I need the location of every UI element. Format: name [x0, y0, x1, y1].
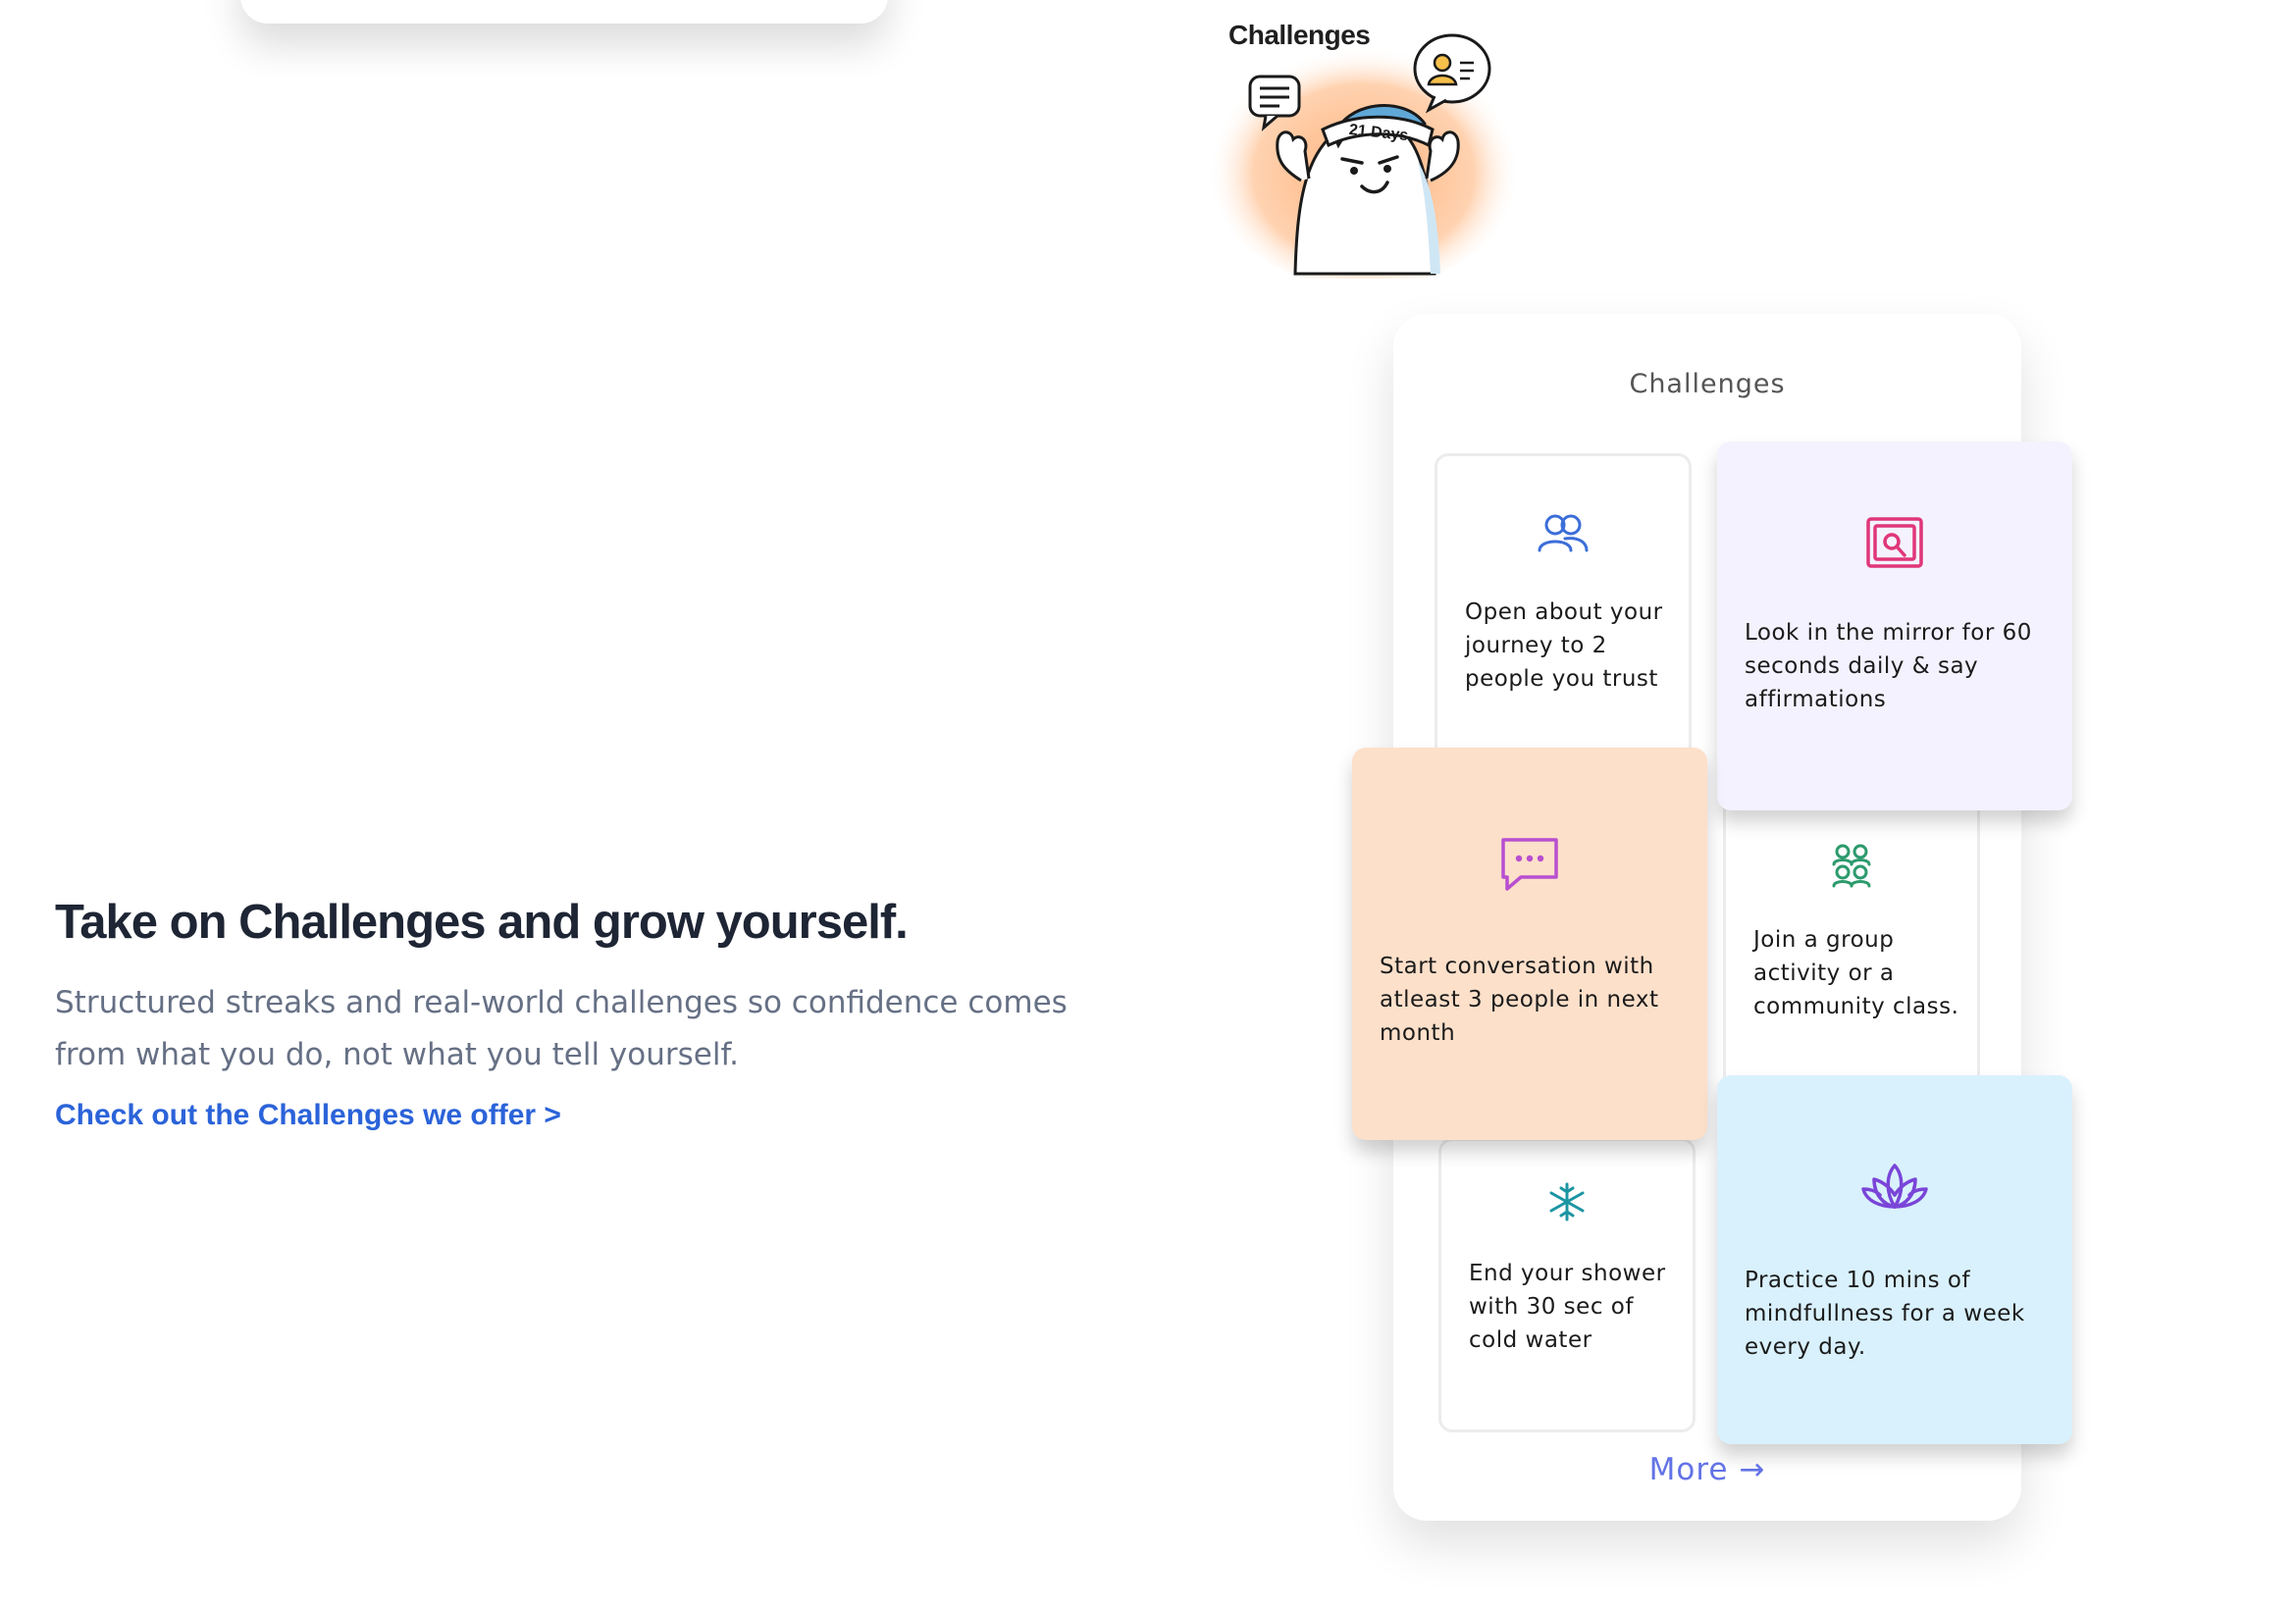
mirror-icon	[1717, 516, 2072, 569]
challenge-card-text: Start conversation with atleast 3 people…	[1380, 954, 1659, 1046]
challenge-card[interactable]: Practice 10 mins of mindfullness for a w…	[1717, 1075, 2072, 1444]
group-icon	[1726, 843, 1977, 888]
challenge-card-text: End your shower with 30 sec of cold wate…	[1469, 1261, 1666, 1353]
challenges-link[interactable]: Check out the Challenges we offer >	[55, 1099, 561, 1132]
more-link[interactable]: More →	[1393, 1452, 2021, 1487]
chat-icon	[1352, 836, 1707, 893]
people-icon	[1437, 511, 1689, 554]
challenges-illustration: 21 Days Challenges	[1207, 14, 1531, 288]
intro-section: Take on Challenges and grow yourself. St…	[55, 895, 1115, 1132]
challenge-card-text: Join a group activity or a community cla…	[1753, 927, 1959, 1019]
section-description: Structured streaks and real-world challe…	[55, 985, 1068, 1072]
challenge-card-text: Open about your journey to 2 people you …	[1465, 599, 1663, 692]
challenge-card[interactable]: Open about your journey to 2 people you …	[1435, 453, 1692, 777]
challenges-panel: Challenges Open about your journey to 2 …	[1352, 314, 2072, 1521]
challenge-card[interactable]: Look in the mirror for 60 seconds daily …	[1717, 441, 2072, 810]
hero-title: Challenges	[1228, 20, 1371, 50]
section-headline: Take on Challenges and grow yourself.	[55, 896, 909, 949]
challenge-card[interactable]: Start conversation with atleast 3 people…	[1352, 748, 1707, 1140]
mascot-illustration: 21 Days	[1207, 33, 1521, 288]
lotus-icon	[1717, 1162, 2072, 1211]
challenge-card[interactable]: End your shower with 30 sec of cold wate…	[1438, 1138, 1696, 1432]
panel-title: Challenges	[1629, 369, 1786, 399]
previous-section-card	[240, 0, 888, 24]
snowflake-icon	[1441, 1180, 1693, 1223]
challenge-card-text: Look in the mirror for 60 seconds daily …	[1745, 620, 2032, 712]
challenge-card-text: Practice 10 mins of mindfullness for a w…	[1745, 1268, 2025, 1360]
challenge-card[interactable]: Join a group activity or a community cla…	[1723, 795, 1980, 1118]
